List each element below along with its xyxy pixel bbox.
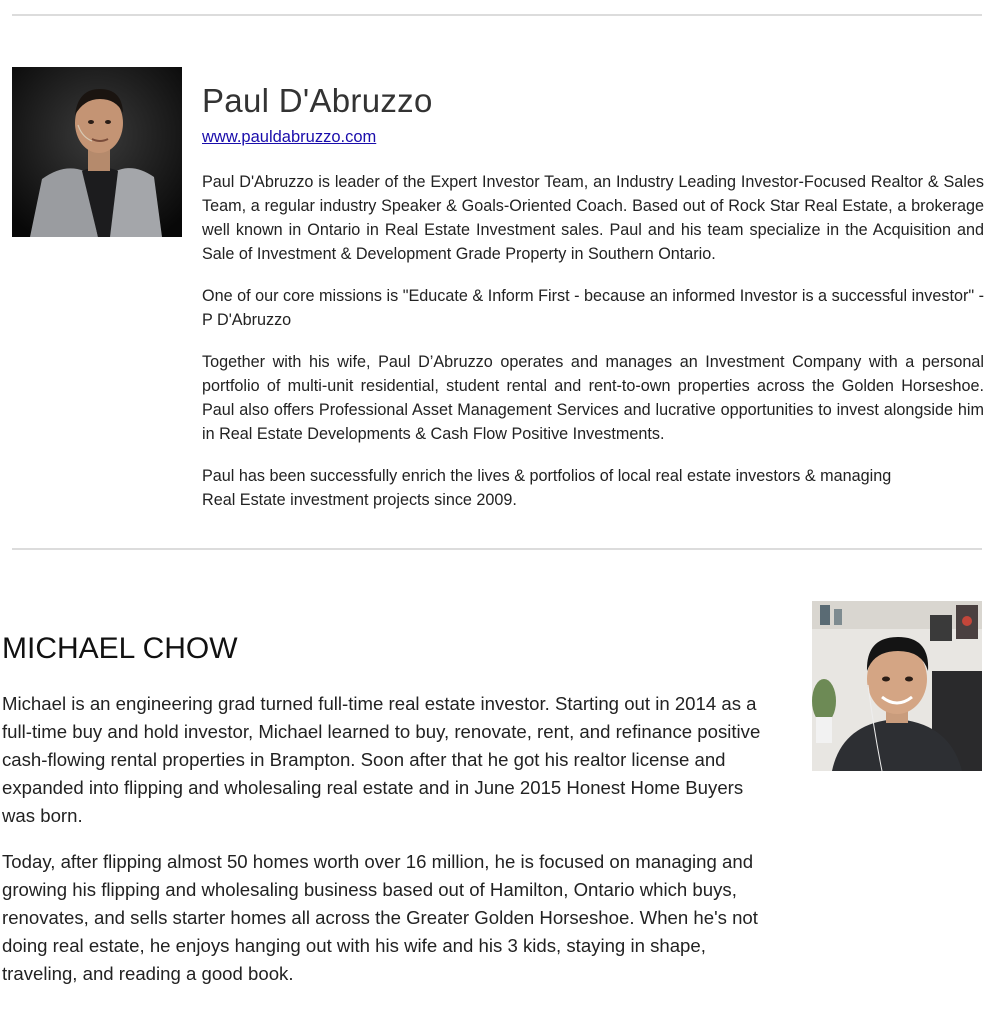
paul-photo <box>12 67 182 237</box>
michael-bio: Michael is an engineering grad turned fu… <box>2 690 780 1006</box>
top-divider <box>12 14 982 16</box>
michael-photo <box>812 601 982 771</box>
paul-bio: Paul D'Abruzzo is leader of the Expert I… <box>202 170 984 530</box>
michael-name-heading: MICHAEL CHOW <box>2 632 238 665</box>
paul-bio-paragraph: Paul D'Abruzzo is leader of the Expert I… <box>202 173 984 263</box>
section-divider <box>12 548 982 550</box>
paul-bio-paragraph: One of our core missions is "Educate & I… <box>202 287 984 329</box>
paul-bio-paragraph: Paul has been successfully enrich the li… <box>202 467 892 509</box>
michael-bio-paragraph: Today, after flipping almost 50 homes wo… <box>2 851 758 984</box>
michael-bio-paragraph: Michael is an engineering grad turned fu… <box>2 693 761 826</box>
paul-bio-paragraph: Together with his wife, Paul D’Abruzzo o… <box>202 353 984 443</box>
paul-website-link[interactable]: www.pauldabruzzo.com <box>202 128 376 147</box>
paul-name-heading: Paul D'Abruzzo <box>202 82 433 119</box>
